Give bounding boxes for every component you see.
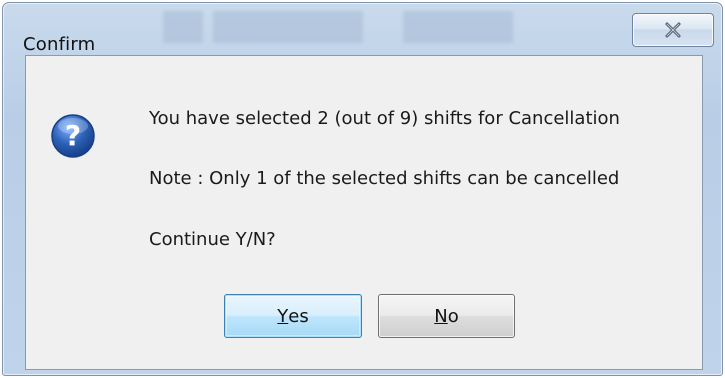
title-bar[interactable]: Confirm bbox=[3, 3, 722, 63]
close-button[interactable] bbox=[632, 13, 714, 47]
dialog-content: ? You have selected 2 (out of 9) shifts … bbox=[25, 55, 703, 370]
yes-button-mnemonic: Y bbox=[277, 305, 289, 327]
confirm-dialog-window: Confirm ? You have selected 2 (out of 9)… bbox=[2, 2, 723, 376]
no-button-label: o bbox=[447, 305, 459, 327]
dialog-title: Confirm bbox=[23, 34, 96, 55]
message-line-1: You have selected 2 (out of 9) shifts fo… bbox=[149, 108, 620, 129]
message-line-2: Note : Only 1 of the selected shifts can… bbox=[149, 168, 620, 189]
no-button-mnemonic: N bbox=[434, 305, 448, 327]
close-icon bbox=[664, 21, 682, 39]
question-icon: ? bbox=[50, 113, 96, 159]
yes-button[interactable]: Yes bbox=[224, 294, 362, 338]
svg-text:?: ? bbox=[65, 119, 81, 152]
no-button[interactable]: No bbox=[378, 294, 515, 338]
yes-button-label: es bbox=[288, 305, 309, 327]
message-line-3: Continue Y/N? bbox=[149, 229, 276, 250]
